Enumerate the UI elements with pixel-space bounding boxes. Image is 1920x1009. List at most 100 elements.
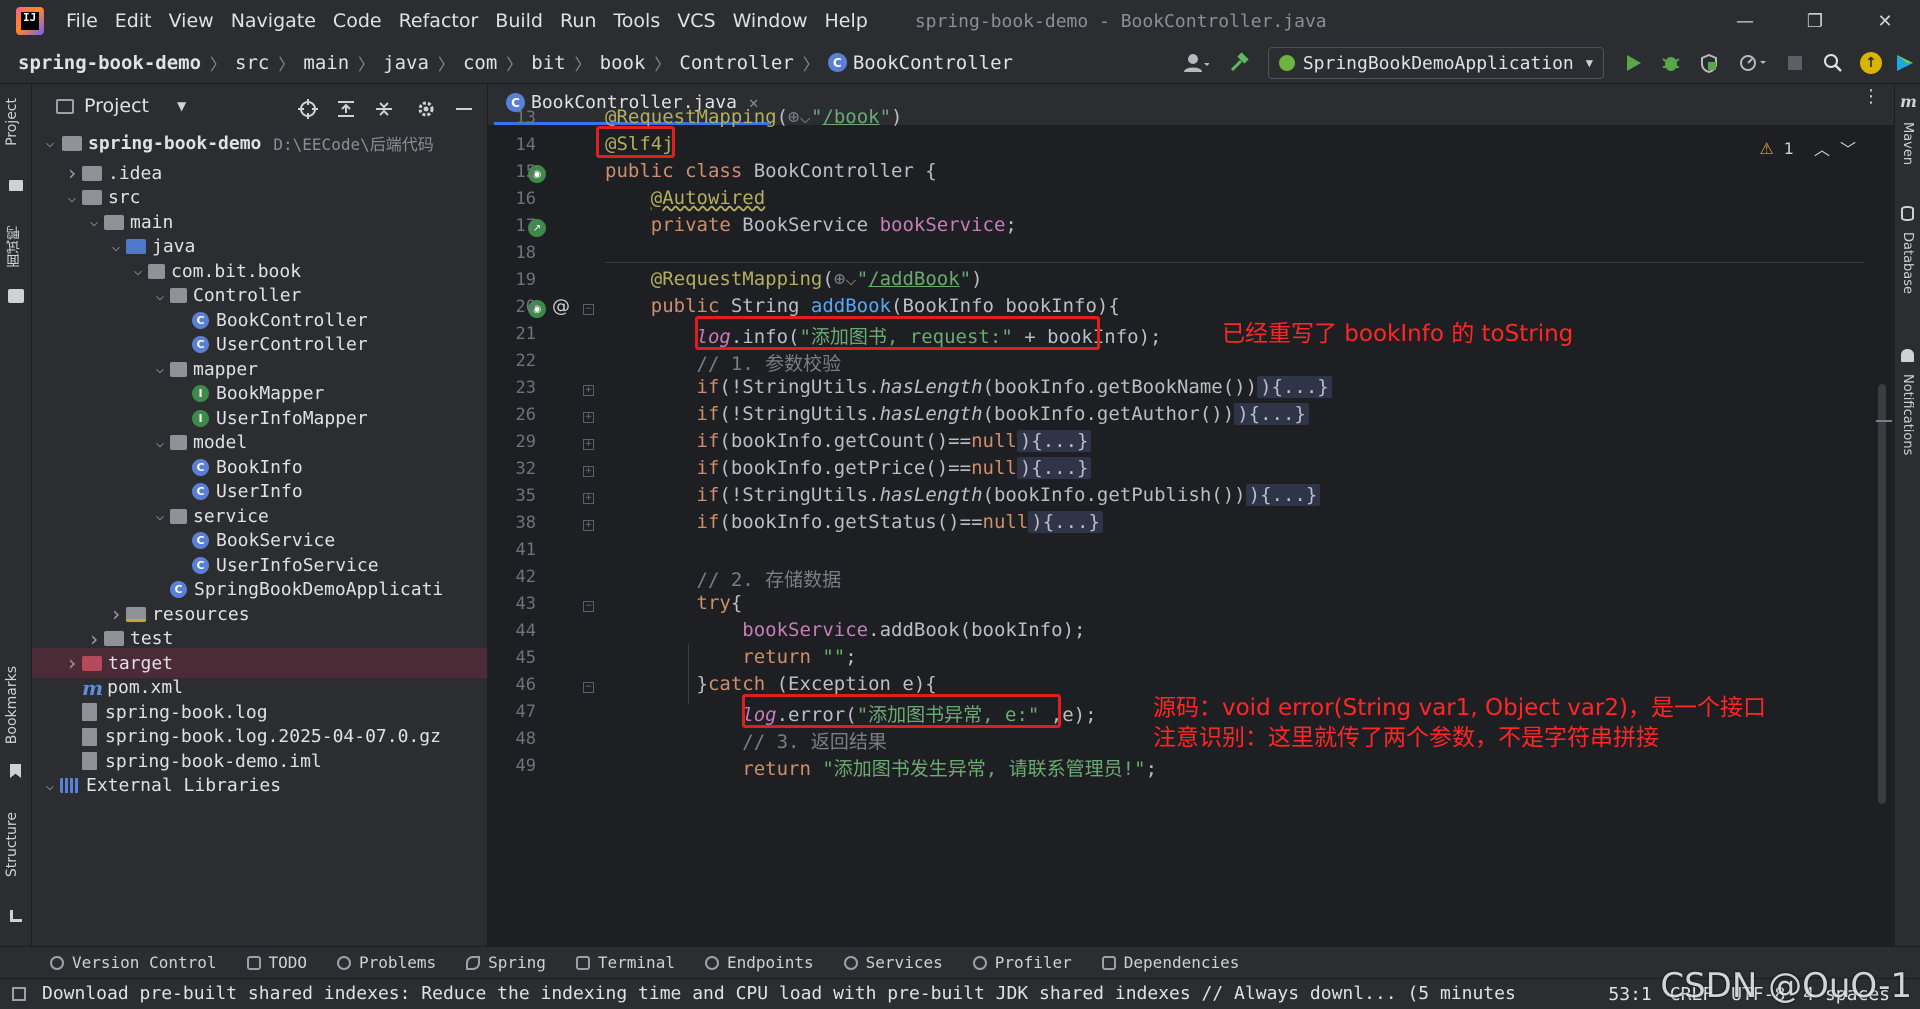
coverage-icon[interactable] [1690, 44, 1728, 82]
problems-tab[interactable]: Problems [337, 953, 436, 972]
crumb-src[interactable]: src [235, 52, 269, 74]
crumb-bookcontroller[interactable]: BookController [853, 52, 1013, 74]
mianshiya-tool-tab[interactable]: 面试鸭 [4, 226, 24, 268]
crumb-controller[interactable]: Controller [679, 52, 793, 74]
version-control-tab[interactable]: Version Control [50, 953, 217, 972]
update-icon[interactable]: ↑ [1852, 44, 1890, 82]
stop-icon[interactable] [1776, 44, 1814, 82]
code-line-29[interactable]: if(bookInfo.getCount()==null){...} [605, 430, 1091, 452]
chevron-right-icon[interactable]: › [106, 602, 126, 626]
user-icon[interactable] [1172, 44, 1220, 82]
code-line-13[interactable]: @RequestMapping(⊕⌵"/book") [605, 106, 903, 128]
code-line-49[interactable]: return "添加图书发生异常, 请联系管理员!"; [605, 754, 1157, 781]
code-line-23[interactable]: if(!StringUtils.hasLength(bookInfo.getBo… [605, 376, 1332, 398]
endpoints-tab[interactable]: Endpoints [705, 953, 814, 972]
fold-marker[interactable]: + [583, 439, 594, 450]
collapse-all-icon[interactable] [365, 90, 403, 128]
fold-marker[interactable]: − [583, 682, 594, 693]
chevron-down-icon[interactable]: ⌵ [40, 135, 60, 151]
menu-view[interactable]: View [169, 10, 214, 32]
chevron-right-icon[interactable]: › [84, 627, 104, 651]
terminal-tab[interactable]: Terminal [576, 953, 675, 972]
chevron-down-icon[interactable]: ⌵ [150, 435, 170, 451]
close-button[interactable]: ✕ [1850, 0, 1920, 42]
code-line-44[interactable]: bookService.addBook(bookInfo); [605, 619, 1085, 641]
services-tab[interactable]: Services [844, 953, 943, 972]
notifications-tool-tab[interactable]: Notifications [1900, 374, 1915, 455]
chevron-down-icon[interactable]: ▼ [177, 99, 186, 113]
menu-window[interactable]: Window [733, 10, 808, 32]
hide-panel-icon[interactable] [445, 90, 483, 128]
fold-marker[interactable]: − [583, 601, 594, 612]
minimize-button[interactable]: — [1710, 0, 1780, 42]
code-line-43[interactable]: try{ [605, 592, 742, 614]
run-icon[interactable] [1614, 44, 1652, 82]
status-toggle-icon[interactable] [12, 987, 26, 1001]
at-sign-icon[interactable]: @ [552, 296, 570, 317]
menu-run[interactable]: Run [560, 10, 596, 32]
fold-marker[interactable]: + [583, 493, 594, 504]
code-line-22[interactable]: // 1. 参数校验 [605, 349, 841, 376]
more-options-icon[interactable]: ⋮ [1862, 94, 1880, 100]
chevron-up-icon[interactable]: ︿ [1814, 136, 1830, 160]
project-tool-tab[interactable]: Project [4, 98, 20, 146]
crumb-project[interactable]: spring-book-demo [18, 52, 201, 74]
code-line-19[interactable]: @RequestMapping(⊕⌵"/addBook") [605, 268, 983, 290]
code-line-42[interactable]: // 2. 存储数据 [605, 565, 841, 592]
chevron-down-icon[interactable]: ⌵ [106, 239, 126, 255]
crumb-com[interactable]: com [463, 52, 497, 74]
run-configuration-select[interactable]: SpringBookDemoApplication ▼ [1268, 47, 1604, 79]
inspection-widget[interactable]: ⚠ 1 ︿ ﹀ [1759, 136, 1856, 160]
fold-marker[interactable]: − [583, 304, 594, 315]
maven-tool-tab[interactable]: Maven [1900, 122, 1915, 165]
code-line-46[interactable]: }catch (Exception e){ [605, 673, 937, 695]
locate-icon[interactable] [289, 90, 327, 128]
chevron-down-icon[interactable]: ⌵ [150, 361, 170, 377]
code-line-17[interactable]: private BookService bookService; [605, 214, 1017, 236]
expand-all-icon[interactable] [327, 90, 365, 128]
database-tool-tab[interactable]: Database [1900, 232, 1915, 294]
crumb-bit[interactable]: bit [531, 52, 565, 74]
code-line-38[interactable]: if(bookInfo.getStatus()==null){...} [605, 511, 1103, 533]
chevron-down-icon[interactable]: ⌵ [84, 214, 104, 230]
crumb-java[interactable]: java [383, 52, 429, 74]
chevron-down-icon[interactable]: ⌵ [150, 288, 170, 304]
spring-tab[interactable]: Spring [466, 953, 546, 972]
fold-marker[interactable]: + [583, 520, 594, 531]
code-line-32[interactable]: if(bookInfo.getPrice()==null){...} [605, 457, 1091, 479]
editor-scrollbar[interactable] [1878, 384, 1886, 804]
dependencies-tab[interactable]: Dependencies [1102, 953, 1240, 972]
project-panel-title[interactable]: Project [84, 95, 149, 117]
menu-edit[interactable]: Edit [115, 10, 152, 32]
chevron-down-icon[interactable]: ﹀ [1840, 136, 1856, 160]
menu-refactor[interactable]: Refactor [399, 10, 479, 32]
restore-button[interactable]: ❐ [1780, 0, 1850, 42]
todo-tab[interactable]: TODO [247, 953, 308, 972]
tree-item[interactable]: ⌵External Libraries [32, 771, 488, 801]
code-line-45[interactable]: return ""; [605, 646, 857, 668]
menu-code[interactable]: Code [333, 10, 382, 32]
code-line-48[interactable]: // 3. 返回结果 [605, 727, 887, 754]
menu-build[interactable]: Build [495, 10, 543, 32]
code-line-35[interactable]: if(!StringUtils.hasLength(bookInfo.getPu… [605, 484, 1320, 506]
build-hammer-icon[interactable] [1220, 44, 1258, 82]
status-message[interactable]: Download pre-built shared indexes: Reduc… [42, 983, 1516, 1004]
chevron-right-icon[interactable]: › [62, 651, 82, 675]
profile-icon[interactable] [1728, 44, 1776, 82]
menu-file[interactable]: File [66, 10, 98, 32]
chevron-right-icon[interactable]: › [62, 161, 82, 185]
caret-position[interactable]: 53:1 [1608, 984, 1651, 1005]
menu-navigate[interactable]: Navigate [231, 10, 316, 32]
structure-tool-tab[interactable]: Structure [4, 812, 20, 877]
debug-icon[interactable] [1652, 44, 1690, 82]
chevron-down-icon[interactable]: ⌵ [128, 263, 148, 279]
bookmarks-tool-tab[interactable]: Bookmarks [4, 666, 20, 744]
code-line-26[interactable]: if(!StringUtils.hasLength(bookInfo.getAu… [605, 403, 1309, 425]
code-line-16[interactable]: @Autowired [605, 187, 765, 209]
crumb-main[interactable]: main [303, 52, 349, 74]
gear-icon[interactable] [407, 90, 445, 128]
chevron-down-icon[interactable]: ⌵ [40, 778, 60, 794]
chevron-down-icon[interactable]: ⌵ [62, 190, 82, 206]
crumb-book[interactable]: book [600, 52, 646, 74]
menu-vcs[interactable]: VCS [677, 10, 715, 32]
